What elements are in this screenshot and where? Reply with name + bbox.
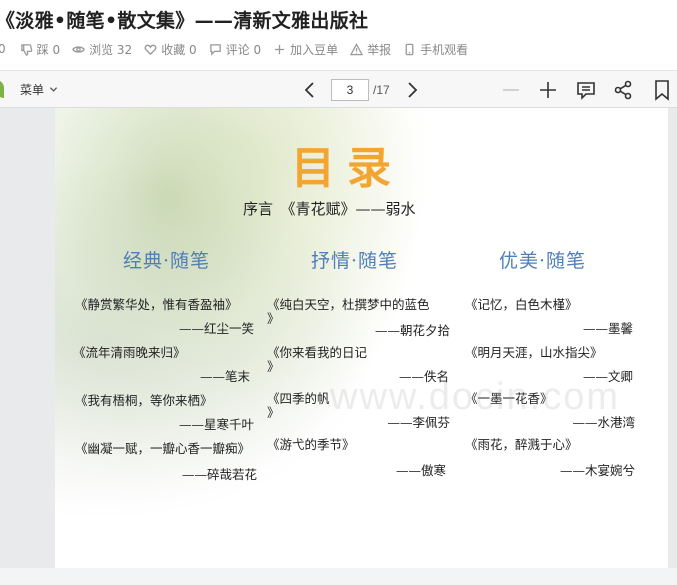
report-button[interactable]: 举报: [350, 41, 391, 58]
next-page-button[interactable]: [404, 80, 420, 100]
toc-entry-title-continued: 》: [267, 405, 280, 420]
views-counter: 浏览 32: [72, 41, 132, 58]
favorite-button[interactable]: 收藏 0: [144, 41, 197, 58]
toc-entry-title-continued: 》: [267, 359, 280, 374]
toc-entry-author: ——星寒千叶: [178, 417, 254, 432]
plus-icon: [540, 82, 556, 98]
zoom-in-button[interactable]: [537, 79, 559, 101]
toc-entry-title[interactable]: 《你来看我的日记: [267, 342, 367, 361]
toc-entry-title[interactable]: 《流年清雨晚来归》: [73, 342, 186, 361]
toc-entry-author: ——碎哉若花: [181, 467, 257, 482]
mobile-view-label: 手机观看: [420, 42, 469, 57]
chevron-left-icon: [304, 82, 314, 98]
category-lyrical: 抒情·随笔: [311, 250, 399, 272]
comment-label: 评论 0: [225, 42, 262, 57]
toc-entry-title[interactable]: 《雨花，醉溅于心》: [465, 434, 578, 453]
dislike-button[interactable]: 踩 0: [20, 41, 60, 58]
heart-icon: [144, 44, 157, 55]
docin-watermark: www.docin.com: [330, 376, 620, 418]
toc-entry-author: ——木宴婉兮: [559, 463, 635, 478]
mobile-icon: [405, 43, 414, 55]
document-title: 《淡雅•随笔•散文集》——清新文雅出版社: [0, 10, 369, 32]
page-number-input[interactable]: [331, 79, 369, 101]
document-actions: 0 踩 0 浏览 32 收藏 0 评论 0 加入豆单 举报 手机观看: [0, 40, 480, 58]
menu-label: 菜单: [20, 83, 45, 97]
chevron-down-icon: [49, 87, 58, 92]
favorite-label: 收藏 0: [161, 42, 197, 57]
mobile-view-button[interactable]: 手机观看: [403, 41, 468, 58]
category-classic: 经典·随笔: [123, 250, 211, 272]
bookmark-icon: [655, 80, 669, 101]
logo-leaf-icon: [0, 80, 4, 98]
toc-entry-title-continued: 》: [267, 311, 280, 326]
page-total: /17: [373, 83, 390, 97]
report-label: 举报: [367, 42, 392, 57]
minus-icon: [503, 89, 519, 91]
toc-entry-author: ——墨馨: [582, 321, 633, 336]
bookmark-button[interactable]: [651, 79, 673, 101]
toc-entry-title[interactable]: 《记忆，白色木槿》: [465, 294, 578, 313]
add-to-list-label: 加入豆单: [290, 42, 339, 57]
preface-line: 序言 《青花赋》——弱水: [243, 200, 416, 218]
toc-entry-title[interactable]: 《明月天涯，山水指尖》: [465, 342, 603, 361]
share-icon: [614, 80, 632, 100]
chevron-right-icon: [408, 82, 418, 98]
views-label: 浏览 32: [89, 42, 133, 57]
toc-entry-title[interactable]: 《游弋的季节》: [267, 434, 355, 453]
comment-button[interactable]: 评论 0: [209, 41, 261, 58]
toc-entry-title[interactable]: 《我有梧桐，等你来栖》: [75, 390, 213, 409]
warning-icon: [350, 42, 364, 55]
comment-icon: [577, 82, 595, 100]
comment-icon: [209, 43, 221, 56]
toc-entry-title[interactable]: 《静赏繁华处，惟有香盈袖》: [75, 294, 238, 313]
reader-toolbar: 菜单 /17: [0, 70, 677, 108]
thumbs-down-icon: [20, 43, 32, 56]
add-to-list-button[interactable]: 加入豆单: [273, 41, 338, 58]
toc-heading: 目录: [291, 143, 403, 194]
zoom-out-button[interactable]: [500, 79, 522, 101]
toc-entry-author: ——笔末: [199, 369, 250, 384]
toc-entry-title[interactable]: 《幽凝一赋，一瓣心香一瓣痴》: [75, 438, 250, 457]
document-page: 目录 序言 《青花赋》——弱水 经典·随笔 抒情·随笔 优美·随笔 《静赏繁华处…: [55, 108, 668, 568]
plus-icon: [274, 44, 285, 54]
category-elegant: 优美·随笔: [499, 250, 587, 272]
toc-entry-author: ——红尘一笑: [178, 321, 254, 336]
like-count[interactable]: 0: [0, 42, 6, 56]
toc-entry-author: ——朝花夕拾: [374, 323, 450, 338]
dislike-label: 踩 0: [36, 42, 61, 57]
viewer-bottom-strip: [0, 568, 677, 585]
toc-entry-title[interactable]: 《纯白天空，杜撰梦中的蓝色: [267, 294, 430, 313]
previous-page-button[interactable]: [302, 80, 318, 100]
menu-button[interactable]: 菜单: [20, 81, 58, 98]
share-button[interactable]: [612, 79, 634, 101]
eye-icon: [72, 45, 85, 53]
annotate-button[interactable]: [575, 79, 597, 101]
toc-entry-author: ——傲寒: [395, 463, 446, 478]
